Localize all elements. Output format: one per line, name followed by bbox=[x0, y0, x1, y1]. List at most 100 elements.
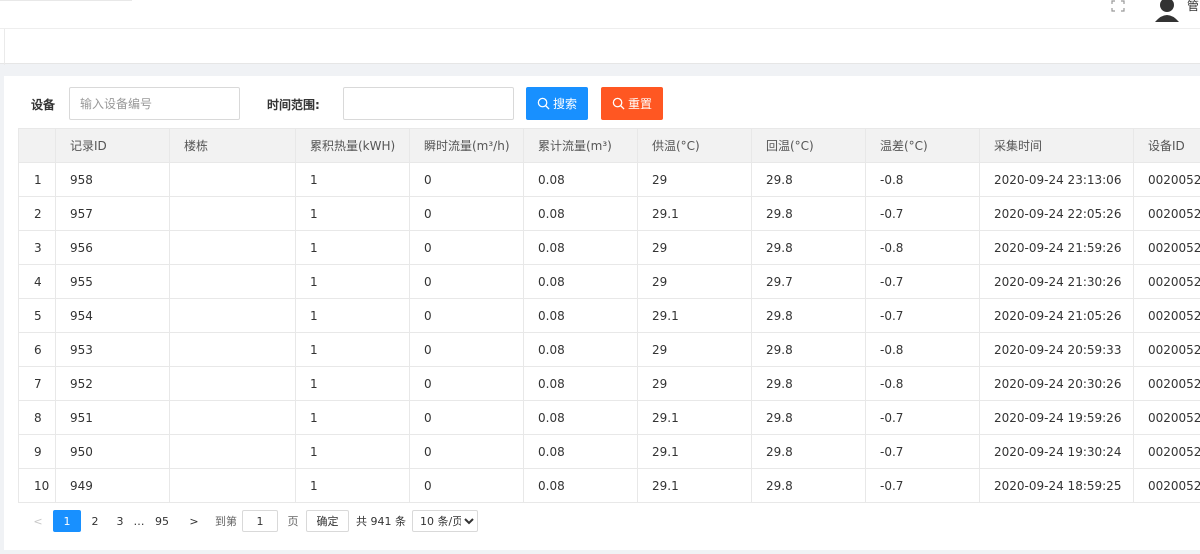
cell-record-id: 957 bbox=[55, 196, 170, 231]
cell-building bbox=[169, 434, 296, 469]
table-row[interactable]: 3 956 1 0 0.08 29 29.8 -0.8 2020-09-24 21:59:26 0… bbox=[18, 230, 1200, 265]
cell-temp-diff: -0.7 bbox=[865, 468, 980, 503]
cell-temp-diff: -0.7 bbox=[865, 196, 980, 231]
cell-collect-time: 2020-09-24 19:30:24 bbox=[979, 434, 1134, 469]
column-header-temp-diff[interactable]: 温差(°C) bbox=[865, 128, 980, 163]
user-name[interactable]: 管 bbox=[1187, 0, 1199, 14]
page-unit-label: 页 bbox=[287, 515, 299, 528]
next-page-button[interactable]: > bbox=[186, 510, 202, 532]
cell-collect-time: 2020-09-24 19:59:26 bbox=[979, 400, 1134, 435]
cell-heat: 1 bbox=[295, 400, 410, 435]
cell-supply-temp: 29.1 bbox=[637, 400, 752, 435]
confirm-button[interactable]: 确定 bbox=[306, 510, 349, 532]
cell-instant-flow: 0 bbox=[409, 434, 524, 469]
table-row[interactable]: 10 949 1 0 0.08 29.1 29.8 -0.7 2020-09-24 18:59:… bbox=[18, 468, 1200, 503]
user-avatar-icon[interactable] bbox=[1153, 0, 1181, 22]
cell-device-id: 00200520 bbox=[1133, 434, 1200, 469]
tab-bar bbox=[0, 28, 1200, 65]
cell-temp-diff: -0.7 bbox=[865, 400, 980, 435]
column-header-total-flow[interactable]: 累计流量(m³) bbox=[523, 128, 638, 163]
reset-button-label: 重置 bbox=[627, 97, 652, 111]
cell-temp-diff: -0.8 bbox=[865, 230, 980, 265]
page-button-1[interactable]: 1 bbox=[53, 510, 81, 532]
cell-collect-time: 2020-09-24 21:05:26 bbox=[979, 298, 1134, 333]
search-button[interactable]: 搜索 bbox=[526, 87, 588, 120]
cell-total-flow: 0.08 bbox=[523, 298, 638, 333]
cell-total-flow: 0.08 bbox=[523, 196, 638, 231]
table-row[interactable]: 2 957 1 0 0.08 29.1 29.8 -0.7 2020-09-24 22:05:2… bbox=[18, 196, 1200, 231]
cell-return-temp: 29.8 bbox=[751, 298, 866, 333]
column-header-building[interactable]: 楼栋 bbox=[169, 128, 296, 163]
cell-index: 3 bbox=[18, 230, 56, 265]
cell-building bbox=[169, 468, 296, 503]
cell-return-temp: 29.8 bbox=[751, 230, 866, 265]
cell-index: 1 bbox=[18, 162, 56, 197]
cell-return-temp: 29.8 bbox=[751, 332, 866, 367]
cell-heat: 1 bbox=[295, 162, 410, 197]
cell-total-flow: 0.08 bbox=[523, 400, 638, 435]
page-ellipsis[interactable]: … bbox=[131, 510, 147, 532]
cell-index: 6 bbox=[18, 332, 56, 367]
cell-device-id: 00200520 bbox=[1133, 162, 1200, 197]
cell-supply-temp: 29 bbox=[637, 332, 752, 367]
cell-instant-flow: 0 bbox=[409, 366, 524, 401]
cell-instant-flow: 0 bbox=[409, 162, 524, 197]
column-header-record-id[interactable]: 记录ID bbox=[55, 128, 170, 163]
cell-instant-flow: 0 bbox=[409, 468, 524, 503]
cell-record-id: 954 bbox=[55, 298, 170, 333]
data-table-container[interactable]: 记录ID 楼栋 累积热量(kWH) 瞬时流量(m³/h) 累计流量(m³) 供温… bbox=[18, 128, 1200, 503]
time-range-input[interactable] bbox=[343, 87, 514, 120]
cell-record-id: 955 bbox=[55, 264, 170, 299]
table-row[interactable]: 7 952 1 0 0.08 29 29.8 -0.8 2020-09-24 20:30:26 0… bbox=[18, 366, 1200, 401]
page-button-last[interactable]: 95 bbox=[150, 510, 174, 532]
cell-index: 7 bbox=[18, 366, 56, 401]
cell-return-temp: 29.8 bbox=[751, 434, 866, 469]
table-row[interactable]: 5 954 1 0 0.08 29.1 29.8 -0.7 2020-09-24 21:05:2… bbox=[18, 298, 1200, 333]
prev-page-button[interactable]: < bbox=[30, 510, 46, 532]
page-size-select[interactable]: 10 条/页 bbox=[412, 510, 478, 532]
cell-index: 9 bbox=[18, 434, 56, 469]
search-icon bbox=[612, 97, 625, 110]
column-header-supply-temp[interactable]: 供温(°C) bbox=[637, 128, 752, 163]
page-button-3[interactable]: 3 bbox=[113, 510, 127, 532]
fullscreen-icon[interactable] bbox=[1111, 0, 1125, 12]
cell-record-id: 956 bbox=[55, 230, 170, 265]
cell-index: 8 bbox=[18, 400, 56, 435]
cell-total-flow: 0.08 bbox=[523, 468, 638, 503]
device-input[interactable] bbox=[69, 87, 240, 120]
cell-return-temp: 29.8 bbox=[751, 400, 866, 435]
goto-label: 到第 bbox=[215, 515, 237, 528]
table-row[interactable]: 4 955 1 0 0.08 29 29.7 -0.7 2020-09-24 21:30:26 0… bbox=[18, 264, 1200, 299]
cell-instant-flow: 0 bbox=[409, 230, 524, 265]
cell-device-id: 00200520 bbox=[1133, 366, 1200, 401]
cell-return-temp: 29.8 bbox=[751, 162, 866, 197]
cell-collect-time: 2020-09-24 21:30:26 bbox=[979, 264, 1134, 299]
page-button-2[interactable]: 2 bbox=[88, 510, 102, 532]
cell-heat: 1 bbox=[295, 366, 410, 401]
column-header-instant-flow[interactable]: 瞬时流量(m³/h) bbox=[409, 128, 524, 163]
cell-device-id: 00200520 bbox=[1133, 468, 1200, 503]
cell-device-id: 00200520 bbox=[1133, 264, 1200, 299]
table-row[interactable]: 6 953 1 0 0.08 29 29.8 -0.8 2020-09-24 20:59:33 0… bbox=[18, 332, 1200, 367]
goto-page-input[interactable] bbox=[242, 510, 278, 532]
cell-heat: 1 bbox=[295, 196, 410, 231]
reset-button[interactable]: 重置 bbox=[601, 87, 663, 120]
cell-supply-temp: 29.1 bbox=[637, 434, 752, 469]
content-card: 设备 时间范围: 搜索 重置 记录ID 楼栋 累积热量(kWH) 瞬时流量( bbox=[4, 76, 1200, 550]
cell-heat: 1 bbox=[295, 468, 410, 503]
column-header-index bbox=[18, 128, 56, 163]
column-header-device-id[interactable]: 设备ID bbox=[1133, 128, 1200, 163]
pagination: < 1 2 3 … 95 > 到第 页 确定 共 941 条 10 条/页 bbox=[18, 508, 1018, 534]
column-header-heat[interactable]: 累积热量(kWH) bbox=[295, 128, 410, 163]
cell-supply-temp: 29.1 bbox=[637, 298, 752, 333]
cell-return-temp: 29.8 bbox=[751, 196, 866, 231]
search-form: 设备 时间范围: 搜索 重置 bbox=[4, 76, 1200, 128]
cell-building bbox=[169, 264, 296, 299]
cell-collect-time: 2020-09-24 18:59:25 bbox=[979, 468, 1134, 503]
table-row[interactable]: 9 950 1 0 0.08 29.1 29.8 -0.7 2020-09-24 19:30:2… bbox=[18, 434, 1200, 469]
column-header-collect-time[interactable]: 采集时间 bbox=[979, 128, 1134, 163]
table-row[interactable]: 1 958 1 0 0.08 29 29.8 -0.8 2020-09-24 23:13:06 0… bbox=[18, 162, 1200, 197]
table-row[interactable]: 8 951 1 0 0.08 29.1 29.8 -0.7 2020-09-24 19:59:2… bbox=[18, 400, 1200, 435]
cell-index: 5 bbox=[18, 298, 56, 333]
column-header-return-temp[interactable]: 回温(°C) bbox=[751, 128, 866, 163]
